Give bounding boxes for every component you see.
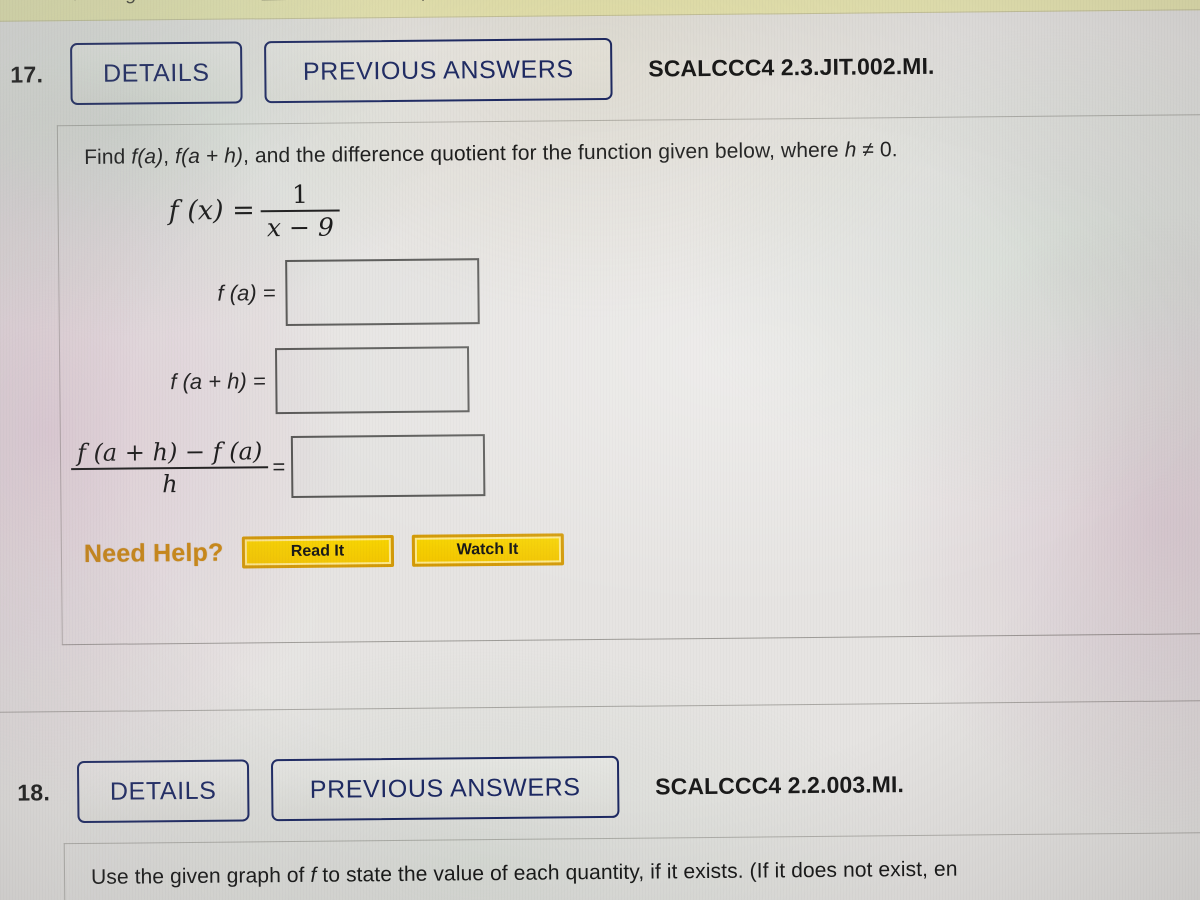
answer-row-difference-quotient: f (a + h) − f (a) h =: [70, 434, 486, 500]
problem-18-code: SCALCCC4 2.2.003.MI.: [655, 771, 905, 800]
problem-17-body: Find f(a), f(a + h), and the difference …: [56, 114, 1200, 646]
difference-quotient-fraction: f (a + h) − f (a) h: [70, 437, 269, 499]
answer-label-fa: f (a) =: [217, 280, 276, 306]
difference-quotient-denominator: h: [162, 470, 178, 499]
problem-18: 18. DETAILS PREVIOUS ANSWERS SCALCCC4 2.…: [0, 736, 1200, 900]
problem-18-number: 18.: [17, 779, 51, 806]
saved-work-banner: Viewing Saved Work Revert to Last Respon…: [0, 0, 1200, 22]
problem-18-previous-answers-button[interactable]: PREVIOUS ANSWERS: [270, 755, 620, 822]
answer-label-fah: f (a + h) =: [170, 368, 266, 395]
difference-quotient-numerator: f (a + h) − f (a): [70, 437, 269, 471]
problem-17-prompt-text-3: , and the difference quotient for the fu…: [242, 138, 845, 168]
revert-to-last-response-link[interactable]: Revert to Last Response: [262, 0, 476, 3]
problem-17-prompt-fah: f(a + h): [175, 144, 244, 169]
answer-input-fah[interactable]: [275, 346, 471, 415]
answer-row-fah: f (a + h) =: [170, 346, 471, 415]
difference-quotient-expression: f (a + h) − f (a) h: [70, 437, 269, 499]
problem-17-number: 17.: [10, 61, 44, 88]
watch-it-button[interactable]: Watch It: [411, 533, 564, 567]
difference-quotient-equals: =: [272, 454, 286, 480]
problem-17-prompt-fa: f(a): [131, 145, 164, 169]
problem-17-prompt-text-4: ≠ 0.: [856, 138, 898, 162]
function-definition-numerator: 1: [260, 179, 340, 213]
function-definition-fraction: 1x − 9: [260, 179, 340, 243]
problem-17: 17. DETAILS PREVIOUS ANSWERS SCALCCC4 2.…: [0, 18, 1200, 646]
answer-row-fa: f (a) =: [217, 258, 480, 327]
problem-18-header: 18. DETAILS PREVIOUS ANSWERS SCALCCC4 2.…: [0, 736, 1200, 844]
problem-17-previous-answers-button[interactable]: PREVIOUS ANSWERS: [264, 37, 613, 104]
problem-17-prompt-text-2: ,: [163, 145, 176, 169]
problem-17-prompt-h: h: [844, 138, 857, 162]
problem-17-code: SCALCCC4 2.3.JIT.002.MI.: [648, 52, 935, 82]
read-it-button[interactable]: Read It: [241, 535, 394, 569]
saved-work-banner-text: Viewing Saved Work Revert to Last Respon…: [69, 0, 475, 6]
problem-18-prompt: Use the given graph of f to state the va…: [91, 858, 958, 890]
saved-work-status: Viewing Saved Work: [69, 0, 248, 5]
problem-divider: [0, 700, 1200, 713]
answer-input-fa[interactable]: [285, 258, 480, 327]
need-help-label: Need Help?: [83, 538, 224, 568]
problem-18-body: Use the given graph of f to state the va…: [63, 832, 1200, 900]
problem-17-prompt: Find f(a), f(a + h), and the difference …: [84, 138, 898, 170]
function-definition-denominator: x − 9: [266, 212, 334, 243]
webassign-page: Viewing Saved Work Revert to Last Respon…: [0, 0, 1200, 900]
answer-input-difference-quotient[interactable]: [290, 434, 486, 498]
function-definition-lhs: f (x): [168, 195, 224, 227]
problem-18-prompt-text-2: to state the value of each quantity, if …: [316, 857, 958, 887]
photographed-screen: Viewing Saved Work Revert to Last Respon…: [0, 0, 1200, 900]
problem-17-header: 17. DETAILS PREVIOUS ANSWERS SCALCCC4 2.…: [0, 18, 1200, 126]
need-help-section: Need Help? Read It Watch It: [84, 533, 582, 570]
problem-18-details-button[interactable]: DETAILS: [76, 759, 250, 824]
problem-17-details-button[interactable]: DETAILS: [70, 41, 243, 106]
problem-17-prompt-text-1: Find: [84, 145, 132, 169]
function-definition-equals: =: [231, 194, 255, 227]
problem-18-prompt-text-1: Use the given graph of: [90, 863, 311, 889]
function-definition: f (x) = 1 x − 9: [168, 179, 340, 244]
